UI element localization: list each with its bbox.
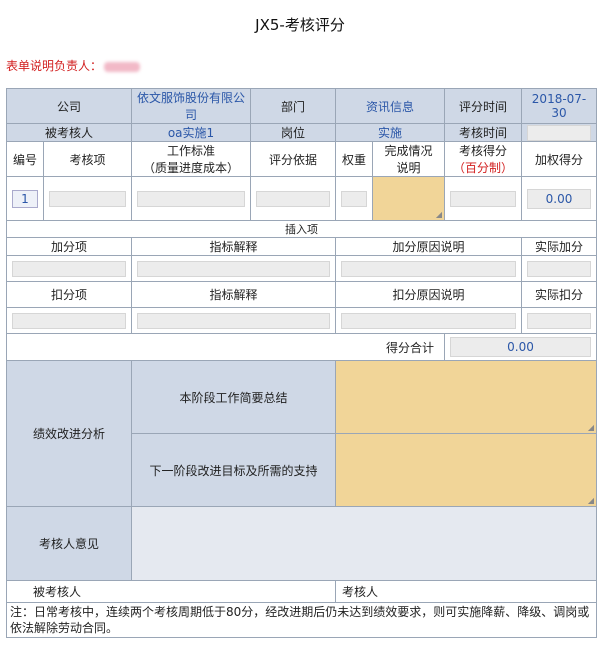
weighted-score: 0.00 — [521, 176, 598, 221]
col-status: 完成情况 说明 — [372, 141, 446, 177]
total-label: 得分合计 — [5, 333, 446, 361]
item-field[interactable] — [42, 176, 133, 221]
assessee-sign-row: 被考核人 — [5, 580, 337, 603]
summary-label: 本阶段工作简要总结 — [131, 360, 337, 434]
col-weighted: 加权得分 — [521, 141, 598, 177]
form-responsible-label: 表单说明负责人： — [6, 59, 103, 73]
total-value: 0.00 — [444, 333, 598, 361]
assessment-form: 公司 依文服饰股份有限公司 部门 资讯信息 评分时间 2018-07-30 被考… — [5, 88, 598, 638]
company-value: 依文服饰股份有限公司 — [131, 88, 252, 124]
deduct-actual-field[interactable] — [521, 307, 598, 334]
bonus-col-actual: 实际加分 — [521, 237, 598, 256]
deduct-col-explain: 指标解释 — [131, 281, 337, 308]
weight-field[interactable] — [335, 176, 374, 221]
bonus-col-item: 加分项 — [5, 237, 133, 256]
deduct-reason-field[interactable] — [335, 307, 523, 334]
dept-label: 部门 — [250, 88, 337, 124]
table-row: 1 ◢ 0.00 — [6, 176, 598, 221]
col-item: 考核项 — [42, 141, 133, 177]
standard-field[interactable] — [131, 176, 252, 221]
assessor-sign-row: 考核人 — [335, 580, 598, 603]
status-textarea[interactable]: ◢ — [372, 176, 446, 221]
next-stage-label: 下一阶段改进目标及所需的支持 — [131, 433, 337, 507]
summary-textarea[interactable]: ◢ — [335, 360, 598, 434]
assessee-value: oa实施1 — [131, 123, 252, 142]
basis-field[interactable] — [250, 176, 337, 221]
bonus-item-field[interactable] — [5, 255, 133, 282]
bonus-row — [5, 255, 598, 282]
bonus-col-explain: 指标解释 — [131, 237, 337, 256]
col-standard: 工作标准 （质量进度成本） — [131, 141, 252, 177]
row-no: 1 — [6, 176, 44, 221]
score-time-label: 评分时间 — [444, 88, 523, 124]
col-weight: 权重 — [335, 141, 374, 177]
next-stage-textarea[interactable]: ◢ — [335, 433, 598, 507]
bonus-explain-field[interactable] — [131, 255, 337, 282]
analysis-label: 绩效改进分析 — [5, 360, 133, 507]
redacted-name — [104, 61, 141, 72]
assessee-label: 被考核人 — [5, 123, 133, 142]
opinion-textarea[interactable] — [131, 506, 598, 581]
assess-time-field[interactable] — [521, 123, 598, 142]
deduct-explain-field[interactable] — [131, 307, 337, 334]
score-time-value: 2018-07-30 — [521, 88, 598, 124]
page-title: JX5-考核评分 — [255, 16, 345, 34]
post-label: 岗位 — [250, 123, 337, 142]
col-no: 编号 — [6, 141, 44, 177]
form-responsible: 表单说明负责人： — [6, 57, 141, 74]
policy-note: 注：日常考核中，连续两个考核周期低于80分，经改进期后仍未达到绩效要求，则可实施… — [5, 602, 598, 638]
assessee-sign-label: 被考核人 — [33, 585, 82, 599]
post-value: 实施 — [335, 123, 446, 142]
company-label: 公司 — [5, 88, 133, 124]
col-score: 考核得分 （百分制） — [444, 141, 523, 177]
col-basis: 评分依据 — [250, 141, 337, 177]
deduct-item-field[interactable] — [5, 307, 133, 334]
resize-grip-icon[interactable]: ◢ — [588, 424, 594, 432]
assess-time-label: 考核时间 — [444, 123, 523, 142]
score-field[interactable] — [444, 176, 523, 221]
insert-item-link[interactable]: 插入项 — [5, 220, 598, 238]
resize-grip-icon[interactable]: ◢ — [588, 497, 594, 505]
deduct-col-reason: 扣分原因说明 — [335, 281, 523, 308]
bonus-col-reason: 加分原因说明 — [335, 237, 523, 256]
resize-grip-icon[interactable]: ◢ — [436, 211, 442, 219]
bonus-reason-field[interactable] — [335, 255, 523, 282]
assessor-sign-label: 考核人 — [342, 585, 379, 599]
deduct-col-actual: 实际扣分 — [521, 281, 598, 308]
opinion-label: 考核人意见 — [5, 506, 133, 581]
dept-value: 资讯信息 — [335, 88, 446, 124]
deduct-col-item: 扣分项 — [5, 281, 133, 308]
bonus-actual-field[interactable] — [521, 255, 598, 282]
deduct-row — [5, 307, 598, 334]
